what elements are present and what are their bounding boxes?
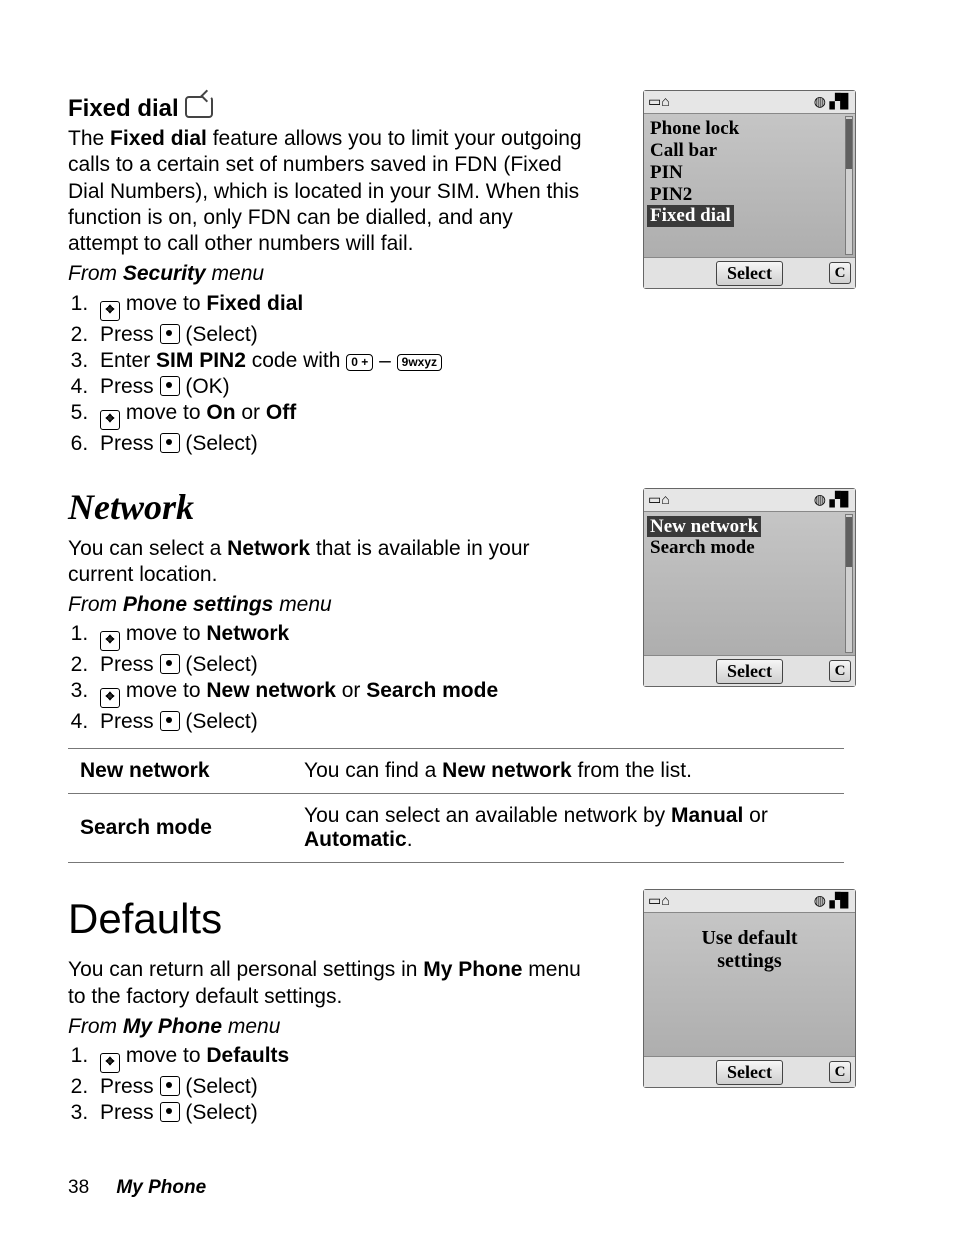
network-intro: You can select a Network that is availab… bbox=[68, 536, 588, 589]
step: move to On or Off bbox=[94, 401, 588, 430]
softkey-c: C bbox=[829, 1061, 851, 1083]
center-key-icon bbox=[160, 1102, 180, 1122]
menu-item: PIN2 bbox=[650, 184, 849, 206]
key-9: 9wxyz bbox=[397, 354, 442, 371]
opt-label: New network bbox=[68, 749, 292, 794]
defaults-steps: move to Defaults Press (Select) Press (S… bbox=[68, 1044, 588, 1125]
network-steps: move to Network Press (Select) move to N… bbox=[68, 622, 588, 734]
nav-icon bbox=[100, 301, 120, 321]
heading-text: Fixed dial bbox=[68, 95, 179, 122]
sim-icon bbox=[185, 96, 213, 118]
menu-item: Phone lock bbox=[650, 118, 849, 140]
step: Press (Select) bbox=[94, 432, 588, 456]
step: move to Fixed dial bbox=[94, 292, 588, 321]
step: Press (OK) bbox=[94, 375, 588, 399]
scrollbar bbox=[845, 116, 853, 255]
fixed-dial-intro: The Fixed dial feature allows you to lim… bbox=[68, 126, 588, 257]
step: move to New network or Search mode bbox=[94, 679, 588, 708]
key-0: 0 + bbox=[346, 354, 373, 371]
screenshot-defaults: ▭⌂◍ ▞▊ Use default settings Select C bbox=[643, 889, 856, 1088]
nav-icon bbox=[100, 631, 120, 651]
softkey-select: Select bbox=[716, 261, 783, 286]
screenshot-network-menu: ▭⌂◍ ▞▊ New network Search mode Select C bbox=[643, 488, 856, 687]
table-row: Search mode You can select an available … bbox=[68, 794, 844, 863]
softkey-c: C bbox=[829, 660, 851, 682]
nav-icon bbox=[100, 688, 120, 708]
opt-label: Search mode bbox=[68, 794, 292, 863]
opt-desc: You can select an available network by M… bbox=[292, 794, 844, 863]
table-row: New network You can find a New network f… bbox=[68, 749, 844, 794]
nav-icon bbox=[100, 1053, 120, 1073]
defaults-intro: You can return all personal settings in … bbox=[68, 957, 588, 1010]
nav-icon bbox=[100, 410, 120, 430]
phone-status-bar: ▭⌂◍ ▞▊ bbox=[644, 489, 855, 512]
phone-status-bar: ▭⌂◍ ▞▊ bbox=[644, 91, 855, 114]
center-key-icon bbox=[160, 711, 180, 731]
step: move to Network bbox=[94, 622, 588, 651]
menu-item-selected: Fixed dial bbox=[650, 205, 849, 227]
softkey-c: C bbox=[829, 262, 851, 284]
fixed-dial-steps: move to Fixed dial Press (Select) Enter … bbox=[68, 292, 588, 456]
center-key-icon bbox=[160, 654, 180, 674]
network-options-table: New network You can find a New network f… bbox=[68, 748, 844, 863]
opt-desc: You can find a New network from the list… bbox=[292, 749, 844, 794]
from-security: From Security menu bbox=[68, 261, 588, 287]
step: move to Defaults bbox=[94, 1044, 588, 1073]
page-number: 38 bbox=[68, 1177, 89, 1198]
step: Press (Select) bbox=[94, 1075, 588, 1099]
defaults-heading: Defaults bbox=[68, 895, 588, 943]
menu-item-selected: New network bbox=[650, 516, 849, 538]
step: Press (Select) bbox=[94, 323, 588, 347]
page-footer: 38 My Phone bbox=[68, 1177, 206, 1199]
step: Press (Select) bbox=[94, 1101, 588, 1125]
softkey-select: Select bbox=[716, 1060, 783, 1085]
softkey-select: Select bbox=[716, 659, 783, 684]
step: Enter SIM PIN2 code with 0 + – 9wxyz bbox=[94, 349, 588, 373]
from-phone-settings: From Phone settings menu bbox=[68, 592, 588, 618]
scrollbar bbox=[845, 514, 853, 653]
from-my-phone: From My Phone menu bbox=[68, 1014, 588, 1040]
menu-item: Call bar bbox=[650, 140, 849, 162]
section-name: My Phone bbox=[116, 1177, 206, 1198]
screenshot-security-menu: ▭⌂◍ ▞▊ Phone lock Call bar PIN PIN2 Fixe… bbox=[643, 90, 856, 289]
fixed-dial-heading: Fixed dial bbox=[68, 95, 588, 123]
center-key-icon bbox=[160, 1076, 180, 1096]
center-key-icon bbox=[160, 324, 180, 344]
step: Press (Select) bbox=[94, 653, 588, 677]
network-heading: Network bbox=[68, 486, 588, 528]
menu-item: Search mode bbox=[650, 537, 849, 559]
menu-item: PIN bbox=[650, 162, 849, 184]
phone-status-bar: ▭⌂◍ ▞▊ bbox=[644, 890, 855, 913]
confirm-message: Use default settings bbox=[650, 917, 849, 973]
step: Press (Select) bbox=[94, 710, 588, 734]
center-key-icon bbox=[160, 433, 180, 453]
center-key-icon bbox=[160, 376, 180, 396]
